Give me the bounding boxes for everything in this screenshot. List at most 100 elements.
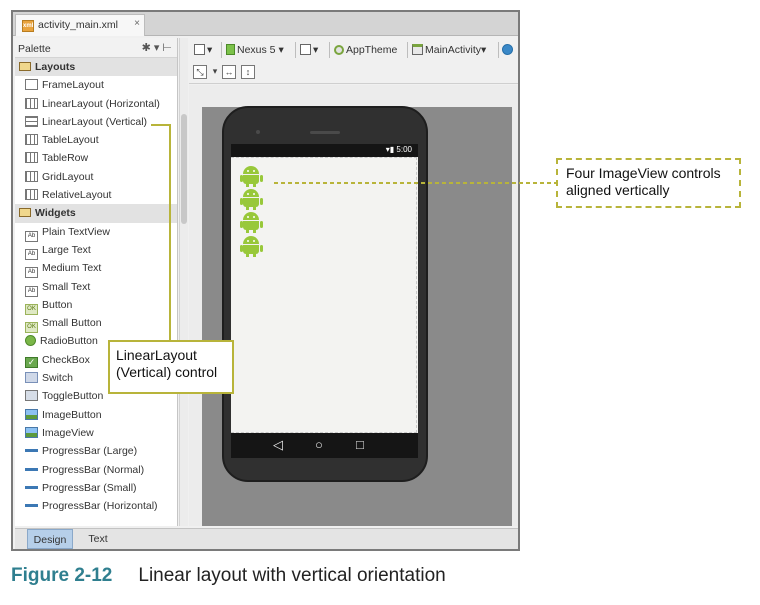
palette-item-medium-text[interactable]: Ab Medium Text: [15, 259, 177, 279]
palette-item-label: LinearLayout (Vertical): [42, 115, 148, 128]
xml-file-icon: xml: [22, 20, 34, 32]
palette-item-progressbar-large[interactable]: ProgressBar (Large): [15, 442, 177, 460]
theme-selector[interactable]: AppTheme: [334, 42, 397, 59]
tab-activity-main-xml[interactable]: xml activity_main.xml ×: [15, 14, 145, 36]
palette-item-linearlayout-vertical[interactable]: LinearLayout (Vertical): [15, 113, 177, 131]
toolbar-divider: [498, 42, 499, 58]
table-layout-icon: [25, 134, 38, 146]
relative-layout-icon: [25, 189, 38, 201]
status-bar: ▾▮ 5:00: [231, 144, 418, 157]
image-views-callout: Four ImageView controls aligned vertical…: [556, 158, 741, 208]
chevron-down-icon: ▾: [207, 44, 213, 56]
palette-item-imageview[interactable]: ImageView: [15, 424, 177, 442]
locale-dropdown[interactable]: [502, 42, 515, 59]
device-icon: [226, 44, 235, 55]
chevron-down-icon: ▾: [313, 44, 319, 56]
close-icon[interactable]: ×: [134, 18, 140, 29]
folder-icon: [19, 208, 31, 218]
tab-text[interactable]: Text: [77, 529, 119, 549]
activity-icon: [412, 44, 423, 55]
layout-editor-toolbar: ▾ Nexus 5 ▾ ▾ AppTheme MainActivity▾ ⤡ ▾…: [189, 38, 518, 84]
navigation-bar: ◁ ○ □: [231, 433, 418, 458]
activity-selector[interactable]: MainActivity▾: [412, 42, 486, 59]
palette-item-label: GridLayout: [42, 170, 94, 183]
figure-caption: Figure 2-12 Linear layout with vertical o…: [11, 565, 751, 591]
orientation-dropdown[interactable]: ▾: [300, 42, 318, 59]
chevron-down-icon[interactable]: ▾: [208, 65, 222, 79]
figure-number: Figure 2-12: [11, 565, 113, 586]
front-camera: [256, 130, 260, 134]
palette-item-label: ImageButton: [42, 408, 102, 421]
chevron-down-icon: ▾: [278, 44, 284, 56]
palette-group-widgets[interactable]: Widgets: [15, 204, 177, 223]
zoom-fit-icon[interactable]: ⤡: [193, 65, 207, 79]
new-file-dropdown[interactable]: ▾: [194, 42, 212, 59]
activity-label: MainActivity: [425, 44, 482, 56]
image-view-android[interactable]: [240, 189, 263, 210]
palette-item-button[interactable]: OK Button: [15, 296, 177, 315]
palette-item-framelayout[interactable]: FrameLayout: [15, 76, 177, 94]
group-label: Widgets: [35, 207, 76, 220]
toolbar-divider: [407, 42, 408, 58]
palette-item-progressbar-normal[interactable]: ProgressBar (Normal): [15, 461, 177, 479]
orientation-icon: [300, 44, 311, 55]
palette-item-gridlayout[interactable]: GridLayout: [15, 168, 177, 186]
status-time: 5:00: [396, 145, 412, 154]
palette-item-imagebutton[interactable]: ImageButton: [15, 406, 177, 424]
grid-layout-icon: [25, 170, 38, 182]
image-view-android[interactable]: [240, 236, 263, 257]
home-icon[interactable]: ○: [315, 438, 323, 452]
palette-item-label: ImageView: [42, 426, 94, 439]
device-label: Nexus 5: [237, 44, 276, 56]
palette-item-label: ProgressBar (Small): [42, 481, 137, 494]
toolbar-divider: [295, 42, 296, 58]
palette-scrollbar[interactable]: [179, 38, 188, 526]
palette-item-small-text[interactable]: Ab Small Text: [15, 278, 177, 297]
image-view-android[interactable]: [240, 212, 263, 233]
group-label: Layouts: [35, 61, 76, 73]
palette-item-label: RadioButton: [40, 335, 98, 348]
palette-item-label: Plain TextView: [42, 225, 110, 238]
palette-item-label: RelativeLayout: [42, 189, 112, 202]
palette-item-tablerow[interactable]: TableRow: [15, 149, 177, 167]
figure-caption-text: Linear layout with vertical orientation: [138, 565, 446, 586]
palette-item-tablelayout[interactable]: TableLayout: [15, 131, 177, 149]
image-view-android[interactable]: [240, 166, 263, 187]
progress-bar-icon: [25, 445, 38, 457]
progress-bar-icon: [25, 481, 38, 493]
palette-item-label: FrameLayout: [42, 79, 104, 92]
palette-item-label: TableRow: [42, 152, 89, 165]
palette-item-large-text[interactable]: Ab Large Text: [15, 241, 177, 260]
table-row-icon: [25, 152, 38, 164]
device-screen[interactable]: ▾▮ 5:00 ◁ ○ □: [231, 144, 418, 458]
linear-layout-vertical[interactable]: [231, 157, 417, 433]
palette-item-progressbar-small[interactable]: ProgressBar (Small): [15, 479, 177, 497]
phone-speaker: [310, 131, 340, 134]
tab-design[interactable]: Design: [27, 529, 73, 549]
palette-group-layouts[interactable]: Layouts: [15, 58, 177, 77]
toolbar-divider: [329, 42, 330, 58]
file-icon: [194, 44, 205, 55]
gear-icon[interactable]: ✱: [142, 42, 154, 54]
palette-item-label: ProgressBar (Normal): [42, 463, 145, 476]
switch-icon: [25, 372, 38, 384]
globe-icon: [502, 44, 513, 55]
battery-icon: ▮: [389, 145, 395, 154]
palette-item-small-button[interactable]: OK Small Button: [15, 314, 177, 334]
image-view-icon: [25, 426, 38, 438]
device-selector[interactable]: Nexus 5 ▾: [226, 42, 284, 59]
palette-item-progressbar-horizontal[interactable]: ProgressBar (Horizontal): [15, 497, 177, 515]
palette-scroll-thumb[interactable]: [181, 114, 187, 224]
palette-item-plain-textview[interactable]: Ab Plain TextView: [15, 223, 177, 242]
palette-item-label: CheckBox: [42, 353, 90, 366]
palette-item-relativelayout[interactable]: RelativeLayout: [15, 186, 177, 204]
collapse-icon[interactable]: ⊢: [162, 42, 175, 54]
progress-bar-icon: [25, 463, 38, 475]
fit-height-icon[interactable]: ↕: [241, 65, 255, 79]
image-button-icon: [25, 408, 38, 420]
back-icon[interactable]: ◁: [273, 438, 283, 452]
recents-icon[interactable]: □: [356, 438, 364, 452]
fit-width-icon[interactable]: ↔: [222, 65, 236, 79]
radio-button-icon: [25, 335, 36, 347]
palette-item-linearlayout-horizontal[interactable]: LinearLayout (Horizontal): [15, 95, 177, 113]
